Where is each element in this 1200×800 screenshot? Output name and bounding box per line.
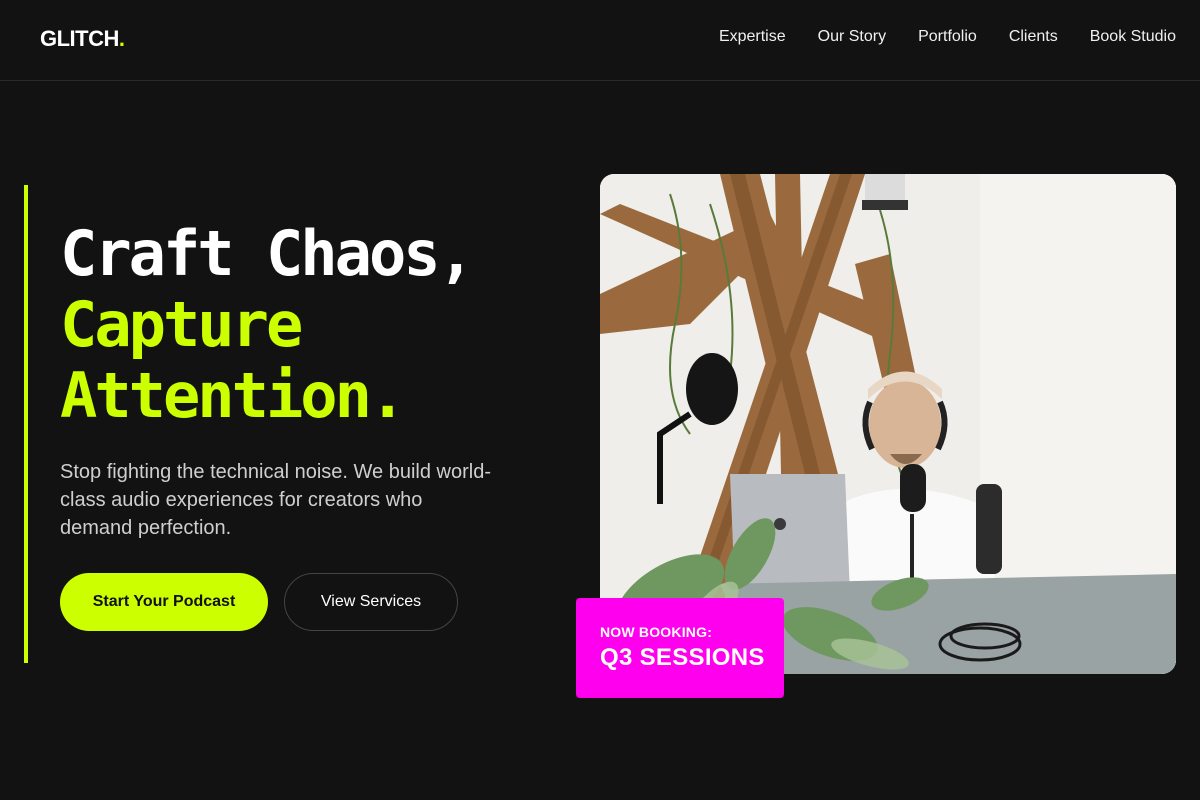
logo[interactable]: GLITCH. (40, 26, 125, 52)
nav-book-studio[interactable]: Book Studio (1090, 28, 1176, 46)
headline-line-1: Craft Chaos, (60, 217, 475, 290)
badge-value: Q3 SESSIONS (600, 644, 765, 671)
booking-badge: NOW BOOKING: Q3 SESSIONS (576, 598, 784, 698)
page: GLITCH. Expertise Our Story Portfolio Cl… (0, 0, 1200, 800)
nav-portfolio[interactable]: Portfolio (918, 28, 977, 46)
nav-expertise[interactable]: Expertise (719, 28, 786, 46)
main-nav: Expertise Our Story Portfolio Clients Bo… (719, 28, 1176, 46)
accent-bar (24, 185, 28, 663)
nav-our-story[interactable]: Our Story (818, 28, 886, 46)
hero-headline: Craft Chaos, Capture Attention. (60, 217, 475, 432)
logo-dot: . (118, 26, 125, 51)
hero-subcopy: Stop fighting the technical noise. We bu… (60, 461, 491, 539)
site-header: GLITCH. Expertise Our Story Portfolio Cl… (0, 0, 1200, 81)
headline-line-2: Capture (60, 288, 303, 361)
headline-line-3: Attention. (60, 359, 406, 432)
logo-text: GLITCH (40, 26, 119, 51)
start-podcast-button[interactable]: Start Your Podcast (60, 573, 268, 631)
nav-clients[interactable]: Clients (1009, 28, 1058, 46)
badge-label: NOW BOOKING: (600, 624, 713, 640)
view-services-button[interactable]: View Services (284, 573, 458, 631)
